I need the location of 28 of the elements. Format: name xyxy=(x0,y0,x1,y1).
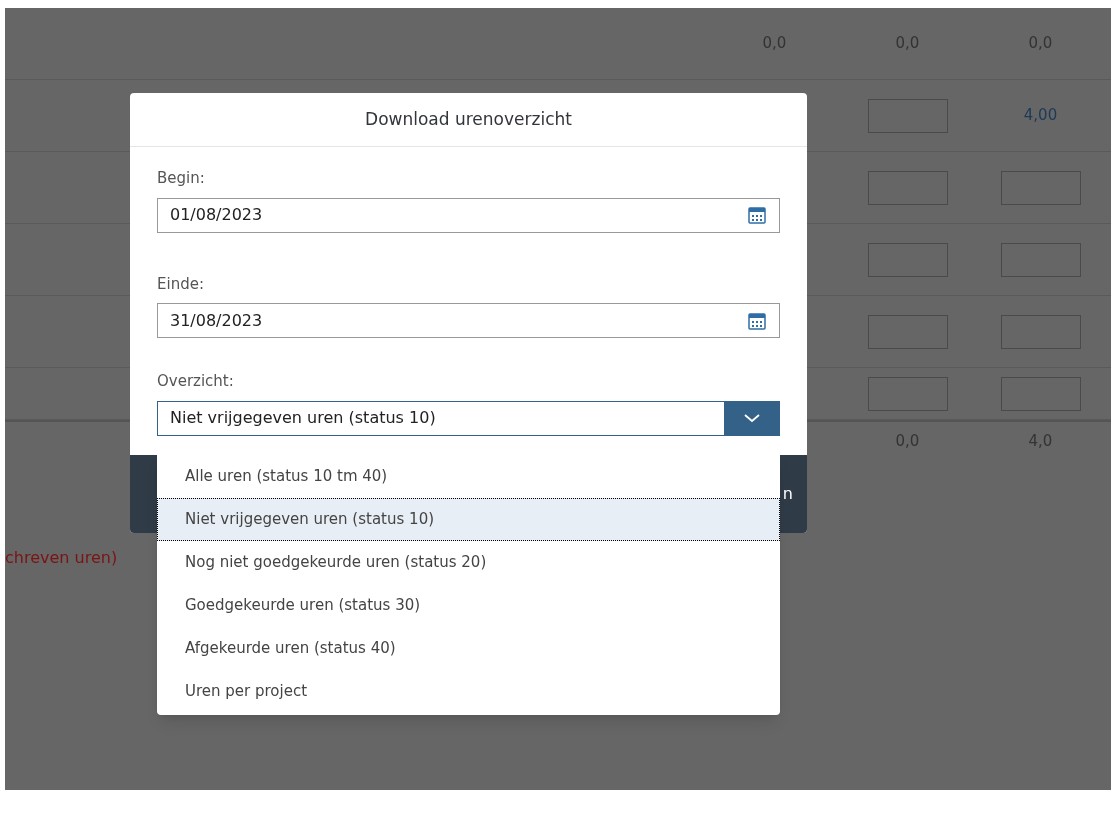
dropdown-button[interactable] xyxy=(724,401,779,435)
dropdown-option[interactable]: Nog niet goedgekeurde uren (status 20) xyxy=(157,541,780,584)
hours-input[interactable] xyxy=(867,170,948,205)
dropdown-option[interactable]: Niet vrijgegeven uren (status 10) xyxy=(157,498,780,541)
overview-select[interactable]: Niet vrijgegeven uren (status 10) xyxy=(157,400,780,436)
dialog-title: Download urenoverzicht xyxy=(365,107,572,131)
hours-input[interactable] xyxy=(1000,314,1081,349)
dropdown-option[interactable]: Alle uren (status 10 tm 40) xyxy=(157,455,780,498)
date-field[interactable]: 31/08/2023 xyxy=(157,303,780,338)
hours-input[interactable] xyxy=(867,314,948,349)
hours-input[interactable] xyxy=(867,242,948,277)
hours-input[interactable] xyxy=(1000,170,1081,205)
hours-input[interactable] xyxy=(1000,376,1081,411)
calendar-icon[interactable] xyxy=(747,205,767,225)
field-label: Einde: xyxy=(157,273,205,295)
footer-button[interactable]: n xyxy=(782,482,793,506)
hours-input[interactable] xyxy=(1000,242,1081,277)
dropdown-option[interactable]: Uren per project xyxy=(157,670,780,713)
field-label: Begin: xyxy=(157,168,206,189)
hours-input[interactable] xyxy=(867,98,948,133)
date-field[interactable]: 01/08/2023 xyxy=(157,197,780,233)
field-label: Overzicht: xyxy=(157,371,235,392)
hours-input[interactable] xyxy=(867,376,948,411)
dropdown-option[interactable]: Afgekeurde uren (status 40) xyxy=(157,627,780,670)
dropdown-option[interactable]: Goedgekeurde uren (status 30) xyxy=(157,584,780,627)
warning-text: chreven uren) xyxy=(5,547,118,569)
chevron-down-icon xyxy=(742,413,761,423)
calendar-icon[interactable] xyxy=(747,310,767,331)
